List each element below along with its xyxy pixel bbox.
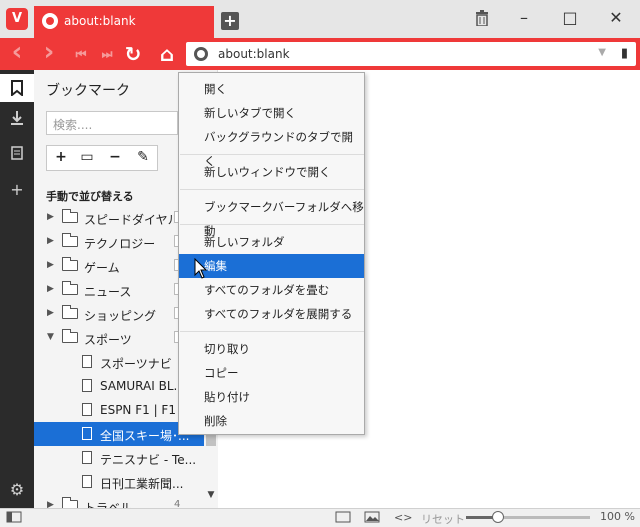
menu-cut[interactable]: 切り取り [179, 337, 364, 361]
expand-arrow-icon[interactable]: ▼ [47, 332, 54, 342]
sort-mode-dropdown[interactable]: 手動で並び替える [46, 188, 134, 204]
fast-forward-button[interactable]: ⏭ [94, 42, 120, 66]
expand-arrow-icon[interactable]: ▶ [47, 236, 54, 246]
expand-arrow-icon[interactable]: ▶ [47, 212, 54, 222]
bookmark-item[interactable]: 日刊工業新聞... [34, 470, 204, 494]
menu-new-folder[interactable]: 新しいフォルダ [179, 230, 364, 254]
menu-copy[interactable]: コピー [179, 361, 364, 385]
bookmark-item[interactable]: テニスナビ - Te... [34, 446, 204, 470]
bookmark-search-input[interactable]: 検索.... [46, 111, 178, 135]
minimize-button[interactable]: – [510, 6, 538, 30]
page-actions-icon[interactable]: <> [394, 511, 412, 524]
folder-icon [62, 329, 78, 343]
bookmark-label: スポーツ [84, 333, 132, 347]
folder-icon [62, 305, 78, 319]
reload-button[interactable]: ↻ [120, 42, 146, 66]
expand-arrow-icon[interactable]: ▶ [47, 284, 54, 294]
menu-separator [180, 189, 364, 190]
new-tab-button[interactable]: + [221, 12, 239, 30]
bookmark-label: ショッピング [84, 309, 157, 323]
trash-icon[interactable] [468, 6, 496, 30]
notes-icon[interactable] [0, 146, 34, 170]
settings-icon[interactable]: ⚙ [0, 480, 34, 500]
expand-arrow-icon[interactable]: ▶ [47, 308, 54, 318]
address-field[interactable]: about:blank [218, 47, 290, 61]
download-icon[interactable] [0, 110, 34, 134]
panel-toggle-icon[interactable] [6, 511, 22, 526]
page-icon [82, 403, 92, 416]
navigation-bar: ‹ › ⏮ ⏭ ↻ ⌂ about:blank ▼ ▮ [0, 38, 640, 70]
folder-count: 4 [174, 499, 181, 508]
expand-arrow-icon[interactable]: ▶ [47, 500, 54, 508]
folder-icon [62, 233, 78, 247]
menu-separator [180, 154, 364, 155]
menu-collapse-all[interactable]: すべてのフォルダを畳む [179, 278, 364, 302]
zoom-level: 100 % [600, 510, 635, 523]
bookmark-folder[interactable]: ▶ トラベル 4 [34, 494, 204, 508]
panel-title: ブックマーク [46, 83, 130, 99]
menu-open-background-tab[interactable]: バックグラウンドのタブで開く [179, 125, 364, 168]
back-button[interactable]: ‹ [4, 39, 30, 66]
menu-delete[interactable]: 削除 [179, 409, 364, 433]
menu-open[interactable]: 開く [179, 77, 364, 101]
bookmark-label: 日刊工業新聞... [100, 477, 184, 491]
bookmark-label: トラベル [84, 501, 133, 508]
expand-arrow-icon[interactable]: ▶ [47, 260, 54, 270]
maximize-button[interactable]: □ [556, 6, 584, 30]
page-icon [82, 475, 92, 488]
home-button[interactable]: ⌂ [154, 42, 180, 66]
bookmark-icon[interactable] [0, 74, 34, 102]
context-menu: 開く 新しいタブで開く バックグラウンドのタブで開く 新しいウィンドウで開く ブ… [178, 72, 365, 435]
page-icon [82, 427, 92, 440]
bookmark-label: スピードダイヤル [84, 213, 174, 227]
tab-title: about:blank [64, 14, 136, 28]
menu-move-to-bookmark-bar[interactable]: ブックマークバーフォルダへ移動 [179, 195, 364, 238]
folder-icon [62, 209, 78, 223]
page-icon [82, 379, 92, 392]
image-toggle-icon[interactable] [364, 511, 380, 526]
menu-open-new-window[interactable]: 新しいウィンドウで開く [179, 160, 364, 184]
rewind-button[interactable]: ⏮ [68, 42, 94, 66]
zoom-slider-handle[interactable] [492, 511, 504, 523]
site-info-icon[interactable] [194, 47, 208, 61]
folder-icon [62, 281, 78, 295]
menu-open-new-tab[interactable]: 新しいタブで開く [179, 101, 364, 125]
menu-separator [180, 331, 364, 332]
bookmark-label: ゲーム [84, 261, 120, 275]
globe-icon [42, 13, 58, 29]
page-icon [82, 355, 92, 368]
bookmark-label: テニスナビ - Te... [100, 453, 197, 467]
page-icon [82, 451, 92, 464]
delete-bookmark-button[interactable]: − [105, 149, 125, 165]
new-folder-button[interactable]: ▭ [77, 149, 97, 165]
forward-button[interactable]: › [36, 39, 62, 66]
menu-separator [180, 224, 364, 225]
bookmark-toolbar: + ▭ − ✎ [46, 145, 158, 171]
bookmark-label: ニュース [84, 285, 132, 299]
mouse-cursor-icon [194, 258, 208, 279]
bookmark-label: テクノロジー [84, 237, 156, 251]
tab-about-blank[interactable]: about:blank [34, 6, 214, 38]
history-dropdown-icon[interactable]: ▼ [598, 47, 606, 58]
add-panel-icon[interactable]: + [0, 180, 34, 200]
menu-expand-all[interactable]: すべてのフォルダを展開する [179, 302, 364, 326]
address-bar[interactable]: about:blank ▼ ▮ [186, 42, 636, 66]
zoom-reset-button[interactable]: リセット [421, 511, 465, 527]
close-button[interactable]: ✕ [602, 6, 630, 30]
menu-paste[interactable]: 貼り付け [179, 385, 364, 409]
folder-icon [62, 257, 78, 271]
scroll-down-arrow[interactable]: ▼ [204, 490, 218, 500]
edit-bookmark-button[interactable]: ✎ [133, 149, 153, 165]
tiling-icon[interactable] [335, 511, 351, 526]
folder-icon [62, 497, 78, 508]
side-panel-bar [0, 70, 34, 508]
vivaldi-menu-button[interactable]: V [6, 8, 28, 30]
add-bookmark-button[interactable]: + [51, 149, 71, 165]
bookmark-page-icon[interactable]: ▮ [621, 46, 628, 61]
